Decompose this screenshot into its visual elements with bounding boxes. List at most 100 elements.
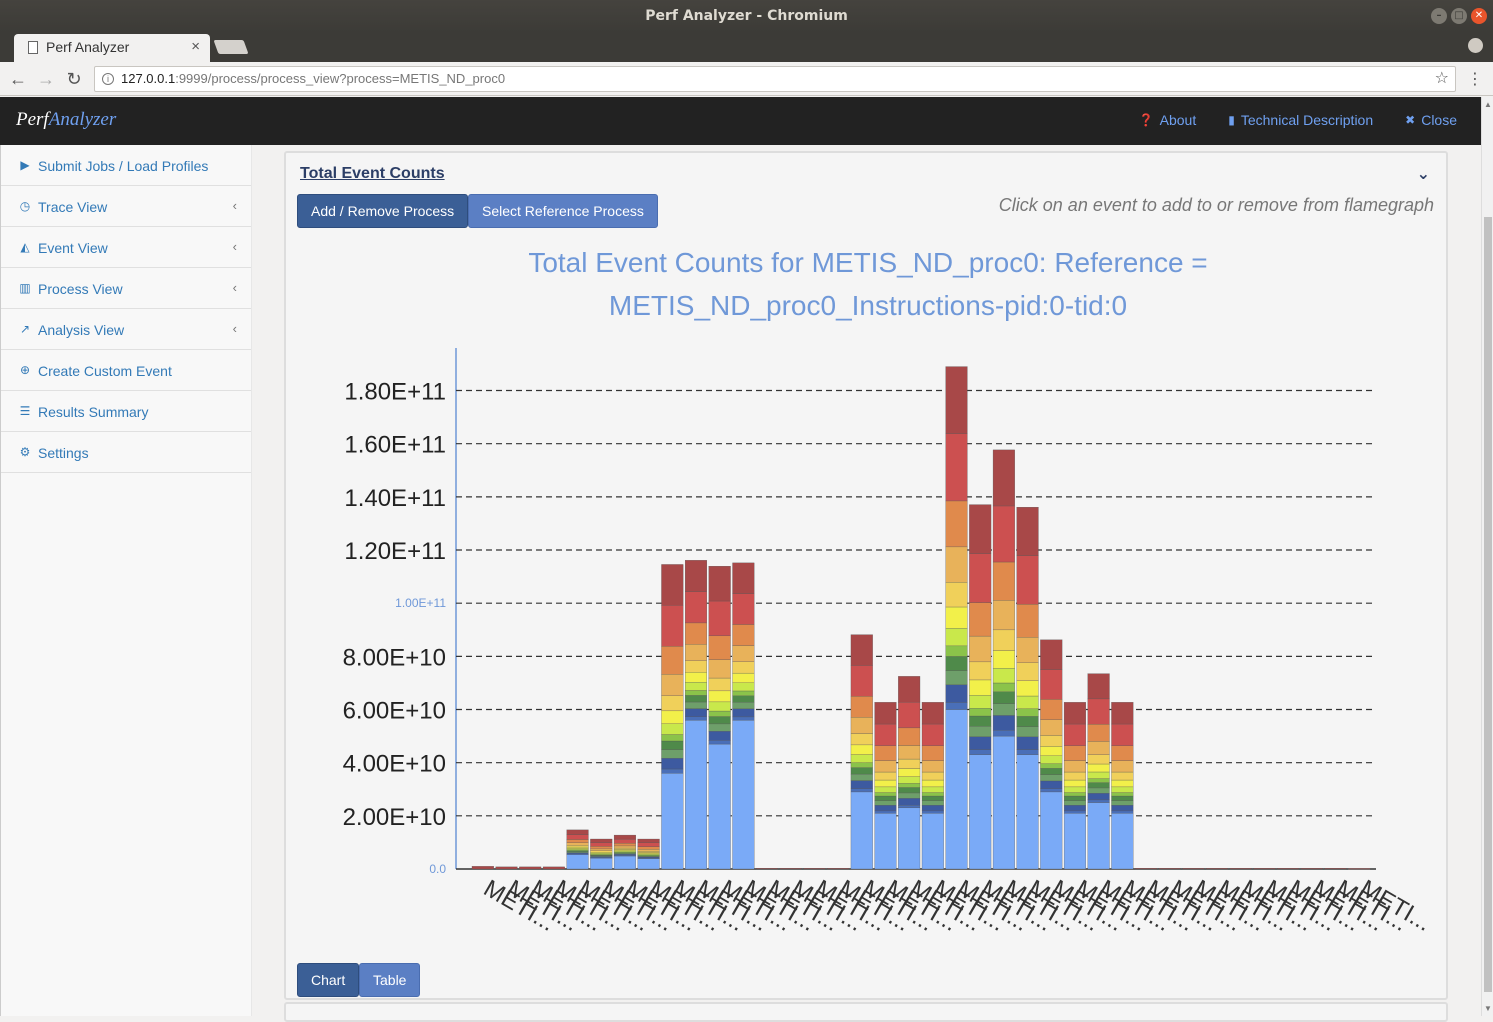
bar-segment [850, 754, 873, 763]
bar-segment [613, 838, 636, 844]
bar-segment [850, 696, 873, 718]
sidebar-item-analysis-view[interactable]: ↗ Analysis View ‹ [1, 309, 251, 350]
forward-icon[interactable]: → [34, 67, 58, 91]
info-icon[interactable]: i [102, 73, 114, 85]
minimize-icon[interactable]: – [1431, 8, 1447, 24]
bar-segment [708, 659, 731, 679]
sidebar-item-submit-jobs[interactable]: ▶ Submit Jobs / Load Profiles [1, 145, 251, 186]
bar-segment [566, 842, 589, 846]
close-link[interactable]: ✖ Close [1405, 112, 1457, 128]
bar-segment [566, 851, 589, 853]
bar-segment [661, 740, 684, 750]
bar-segment [1016, 662, 1039, 681]
bar-segment [1040, 780, 1063, 789]
technical-description-link[interactable]: ▮ Technical Description [1228, 112, 1373, 128]
bar-segment [850, 665, 873, 697]
bar-segment [1063, 792, 1086, 797]
brand-logo[interactable]: PerfAnalyzer [16, 109, 116, 131]
chart-view-button[interactable]: Chart [297, 963, 360, 997]
bar-segment [1111, 771, 1134, 781]
sidebar-item-label: Results Summary [38, 404, 149, 420]
new-tab-button[interactable] [213, 40, 249, 54]
sidebar-item-trace-view[interactable]: ◷ Trace View ‹ [1, 186, 251, 227]
bar-segment [732, 708, 755, 718]
sidebar-item-process-view[interactable]: ▥ Process View ‹ [1, 268, 251, 309]
sidebar-item-label: Create Custom Event [38, 363, 172, 379]
sidebar-item-create-custom-event[interactable]: ⊕ Create Custom Event [1, 350, 251, 391]
table-view-button[interactable]: Table [359, 963, 421, 997]
profile-icon[interactable] [1468, 38, 1483, 53]
browser-tab[interactable]: Perf Analyzer × [14, 34, 210, 62]
sidebar: ▶ Submit Jobs / Load Profiles ◷ Trace View… [0, 145, 252, 1016]
bar-segment [708, 743, 731, 870]
page-scrollbar[interactable]: ▲ ▼ [1481, 97, 1493, 1016]
bar-segment [1016, 507, 1039, 556]
bar-segment [874, 795, 897, 801]
brand-analyzer: Analyzer [48, 109, 117, 130]
bookmark-star-icon[interactable]: ☆ [1435, 67, 1449, 91]
bar-segment [969, 754, 992, 870]
y-tick-label: 1.00E+11 [395, 596, 446, 610]
bar-segment [850, 773, 873, 781]
bar-segment [992, 730, 1015, 737]
address-bar[interactable]: i 127.0.0.1:9999/process/process_view?pr… [94, 66, 1456, 92]
bar-segment [898, 768, 921, 777]
bar-segment [661, 646, 684, 675]
bar-segment [1016, 603, 1039, 638]
sidebar-item-label: Event View [38, 240, 108, 256]
bar-segment [874, 800, 897, 806]
bar-segment [969, 695, 992, 709]
scroll-down-icon[interactable]: ▼ [1484, 1004, 1492, 1013]
bar-segment [1063, 702, 1086, 725]
y-tick-label: 6.00E+10 [343, 698, 446, 725]
bar-segment [1087, 673, 1110, 700]
bar-segment [637, 858, 660, 870]
back-icon[interactable]: ← [6, 67, 30, 91]
sidebar-item-event-view[interactable]: ◭ Event View ‹ [1, 227, 251, 268]
bar-segment [685, 644, 707, 661]
bar-segment [471, 866, 494, 870]
scroll-up-icon[interactable]: ▲ [1484, 100, 1492, 109]
tab-close-icon[interactable]: × [191, 38, 200, 55]
sidebar-item-results-summary[interactable]: ☰ Results Summary [1, 391, 251, 432]
bar-segment [992, 505, 1015, 563]
bar-segment [732, 661, 755, 674]
window-close-icon[interactable]: ✕ [1471, 8, 1487, 24]
bar-segment [850, 767, 873, 775]
bar-segment [1111, 745, 1134, 761]
sidebar-item-settings[interactable]: ⚙ Settings [1, 432, 251, 473]
bar-segment [590, 842, 613, 847]
browser-menu-icon[interactable]: ⋮ [1467, 69, 1483, 89]
bar-segment [874, 805, 897, 812]
bar-segment [969, 736, 992, 750]
reload-icon[interactable]: ↻ [62, 67, 86, 91]
bar-segment [1016, 736, 1039, 750]
bar-segment [566, 834, 589, 840]
bar-segment [992, 691, 1015, 704]
bar-segment [590, 852, 613, 854]
bar-segment [566, 846, 589, 849]
bar-segment [661, 773, 684, 870]
bar-segment [921, 760, 944, 773]
bar-segment [1087, 723, 1110, 742]
bar-segment [921, 800, 944, 806]
stacked-bar-chart: 0.0 2.00E+10 4.00E+10 6.00E+10 8.00E+10 1.00E… [343, 348, 1436, 937]
bar-segment [708, 731, 731, 741]
scroll-thumb[interactable] [1484, 217, 1492, 992]
bar-segment [685, 591, 707, 624]
bar-segment [685, 695, 707, 703]
bar-segment [1063, 786, 1086, 793]
bar-segment [732, 593, 755, 625]
bar-segment [850, 634, 873, 666]
chevron-left-icon: ‹ [232, 321, 237, 336]
maximize-icon[interactable]: □ [1451, 8, 1467, 24]
about-label: About [1159, 112, 1197, 128]
bar-segment [1063, 771, 1086, 781]
bar-segment [732, 672, 755, 683]
app-navbar: PerfAnalyzer ❓ About ▮ Technical Descripti… [0, 97, 1481, 145]
bar-segment [1040, 788, 1063, 793]
bar-segment [1087, 763, 1110, 773]
y-tick-label: 1.80E+11 [344, 379, 446, 406]
about-link[interactable]: ❓ About [1139, 112, 1197, 128]
bar-segment [945, 606, 968, 629]
